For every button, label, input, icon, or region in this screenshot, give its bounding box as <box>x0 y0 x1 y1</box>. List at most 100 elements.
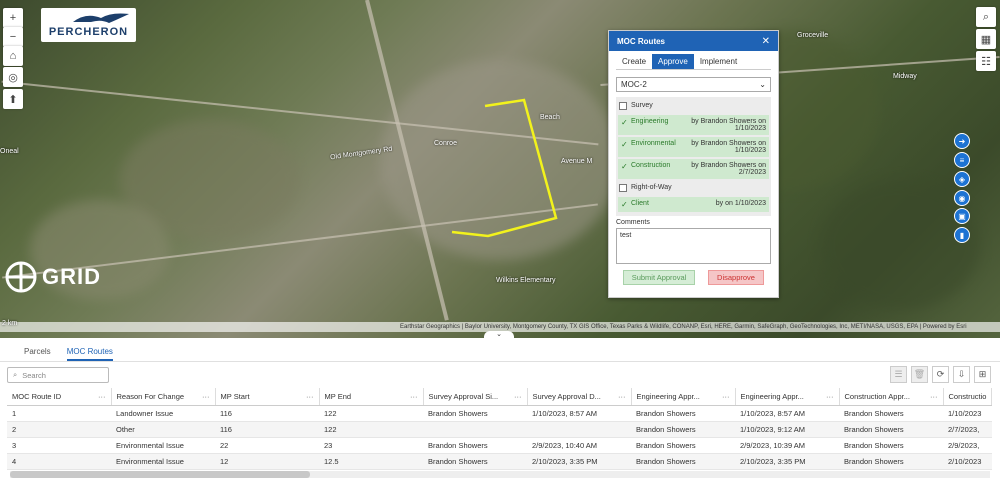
column-header[interactable]: Constructio <box>943 388 993 406</box>
place-label: Beach <box>540 114 560 121</box>
column-header[interactable]: Survey Approval D... ··· <box>527 388 632 406</box>
approval-item-environmental: ✓ Environmental by Brandon Showers on 1/… <box>618 137 769 157</box>
approval-item-engineering: ✓ Engineering by Brandon Showers on 1/10… <box>618 115 769 135</box>
show-selection-button[interactable]: ☰ <box>890 366 907 383</box>
zoom-out-button[interactable]: − <box>3 27 23 47</box>
checkbox[interactable] <box>619 102 627 110</box>
table-row[interactable]: 1 Landowner Issue 116 122 Brandon Showers 1/1… <box>7 405 992 422</box>
eye-icon: ◉ <box>958 193 966 203</box>
check-icon: ✓ <box>621 118 628 127</box>
more-icon: ··· <box>98 391 106 401</box>
tab-moc-routes[interactable]: MOC Routes <box>66 347 113 361</box>
tab-implement[interactable]: Implement <box>694 54 743 69</box>
widget-button[interactable]: ▣ <box>954 208 970 224</box>
approval-list: Survey ✓ Engineering by Brandon Showers … <box>616 97 771 216</box>
compass-icon: ⬆ <box>8 93 18 106</box>
grid-icon: ⊞ <box>978 369 987 379</box>
more-icon: ··· <box>930 391 938 401</box>
collapse-map-button[interactable]: ⌄ <box>484 331 514 338</box>
table-row[interactable]: 3 Environmental Issue 22 23 Brandon Showers 2… <box>7 437 992 454</box>
more-icon: ··· <box>202 391 210 401</box>
check-icon: ✓ <box>621 200 628 209</box>
disapprove-button[interactable]: Disapprove <box>708 270 764 285</box>
search-placeholder: Search <box>22 370 46 380</box>
locate-icon: ◎ <box>8 71 18 84</box>
column-header[interactable]: MP Start ··· <box>215 388 320 406</box>
column-header[interactable]: Construction Appr... ··· <box>839 388 944 406</box>
column-header[interactable]: Survey Approval Si... ··· <box>423 388 528 406</box>
export-button[interactable]: ⇩ <box>953 366 970 383</box>
list-icon: ☰ <box>894 369 903 379</box>
moc-routes-panel: MOC Routes ✕ Create Approve Implement MO… <box>608 30 779 298</box>
export-icon: ⇩ <box>957 369 966 379</box>
comments-label: Comments <box>616 219 650 226</box>
widget-button[interactable]: ➜ <box>954 133 970 149</box>
compass-button[interactable]: ⬆ <box>3 89 23 109</box>
scale-bar: 2 km <box>2 320 18 327</box>
approval-item-client: ✓ Client by on 1/10/2023 <box>618 197 769 212</box>
approval-item-survey[interactable]: Survey <box>618 99 769 113</box>
tab-create[interactable]: Create <box>616 54 652 69</box>
moc-routes-table: MOC Route ID ··· Reason For Change ··· MP … <box>7 388 993 470</box>
search-map-button[interactable]: ⌕ <box>976 7 996 27</box>
column-header[interactable]: MP End ··· <box>319 388 424 406</box>
approval-item-right-of-way[interactable]: Right-of-Way <box>618 181 769 195</box>
more-icon: ··· <box>410 391 418 401</box>
table-row[interactable]: 4 Environmental Issue 12 12.5 Brandon Shower… <box>7 453 992 470</box>
column-header[interactable]: Engineering Appr... ··· <box>631 388 736 406</box>
home-icon: ⌂ <box>9 50 17 62</box>
route-select[interactable]: MOC-2 ⌄ <box>616 77 771 92</box>
widget-button[interactable]: ≡ <box>954 152 970 168</box>
column-header[interactable]: Engineering Appr... ··· <box>735 388 840 406</box>
panel-tabs: Create Approve Implement <box>616 54 771 70</box>
table-header-row: MOC Route ID ··· Reason For Change ··· MP … <box>7 388 993 406</box>
table-icon: ☷ <box>981 55 991 68</box>
panel-title: MOC Routes <box>617 36 665 46</box>
basemap-gallery-button[interactable]: ▦ <box>976 29 996 49</box>
column-header[interactable]: MOC Route ID ··· <box>7 388 112 406</box>
submit-approval-button[interactable]: Submit Approval <box>623 270 695 285</box>
scrollbar-thumb[interactable] <box>10 471 310 478</box>
check-icon: ✓ <box>621 162 628 171</box>
horizontal-scrollbar[interactable] <box>10 471 990 478</box>
search-icon: ⌕ <box>13 370 18 379</box>
grid-icon: ▦ <box>980 33 992 46</box>
table-tabs: Parcels MOC Routes <box>0 338 1000 362</box>
locate-button[interactable]: ◎ <box>3 67 23 87</box>
list-icon: ≡ <box>959 155 965 165</box>
zoom-in-button[interactable]: + <box>3 8 23 28</box>
trash-icon: 🗑 <box>913 369 926 379</box>
table-toggle-button[interactable]: ☷ <box>976 51 996 71</box>
check-icon: ✓ <box>621 140 628 149</box>
route-line[interactable] <box>0 0 1000 338</box>
widget-button[interactable]: ◉ <box>954 190 970 206</box>
panel-header: MOC Routes ✕ <box>609 31 778 51</box>
comments-field[interactable]: test <box>616 228 771 264</box>
table-row[interactable]: 2 Other 116 122 Brandon Showers 1/10/2023, 9:… <box>7 421 992 438</box>
widget-button[interactable]: ▮ <box>954 227 970 243</box>
widget-button[interactable]: ◈ <box>954 171 970 187</box>
place-label: Avenue M <box>561 158 593 165</box>
refresh-button[interactable]: ⟳ <box>932 366 949 383</box>
more-options-button[interactable]: ⊞ <box>974 366 991 383</box>
bookmark-icon: ▮ <box>959 230 965 240</box>
checkbox[interactable] <box>619 184 627 192</box>
close-icon[interactable]: ✕ <box>762 36 770 47</box>
place-label: Conroe <box>434 140 457 147</box>
home-button[interactable]: ⌂ <box>3 46 23 66</box>
more-icon: ··· <box>306 391 314 401</box>
more-icon: ··· <box>514 391 522 401</box>
delete-button[interactable]: 🗑 <box>911 366 928 383</box>
map-view[interactable]: Conroe Groceville Midway Oneal Old Montg… <box>0 0 1000 338</box>
more-icon: ··· <box>618 391 626 401</box>
tab-parcels[interactable]: Parcels <box>24 347 51 361</box>
tab-approve[interactable]: Approve <box>652 54 694 69</box>
chevron-down-icon: ⌄ <box>759 80 766 89</box>
print-icon: ▣ <box>958 211 966 221</box>
place-label: Wilkins Elementary <box>496 277 556 284</box>
layers-icon: ◈ <box>958 174 966 184</box>
column-header[interactable]: Reason For Change ··· <box>111 388 216 406</box>
table-panel: Parcels MOC Routes ⌕ Search ☰ 🗑 ⟳ ⇩ ⊞ MO… <box>0 338 1000 484</box>
search-input[interactable]: ⌕ Search <box>7 367 109 383</box>
percheron-logo: PERCHERON <box>41 8 136 42</box>
